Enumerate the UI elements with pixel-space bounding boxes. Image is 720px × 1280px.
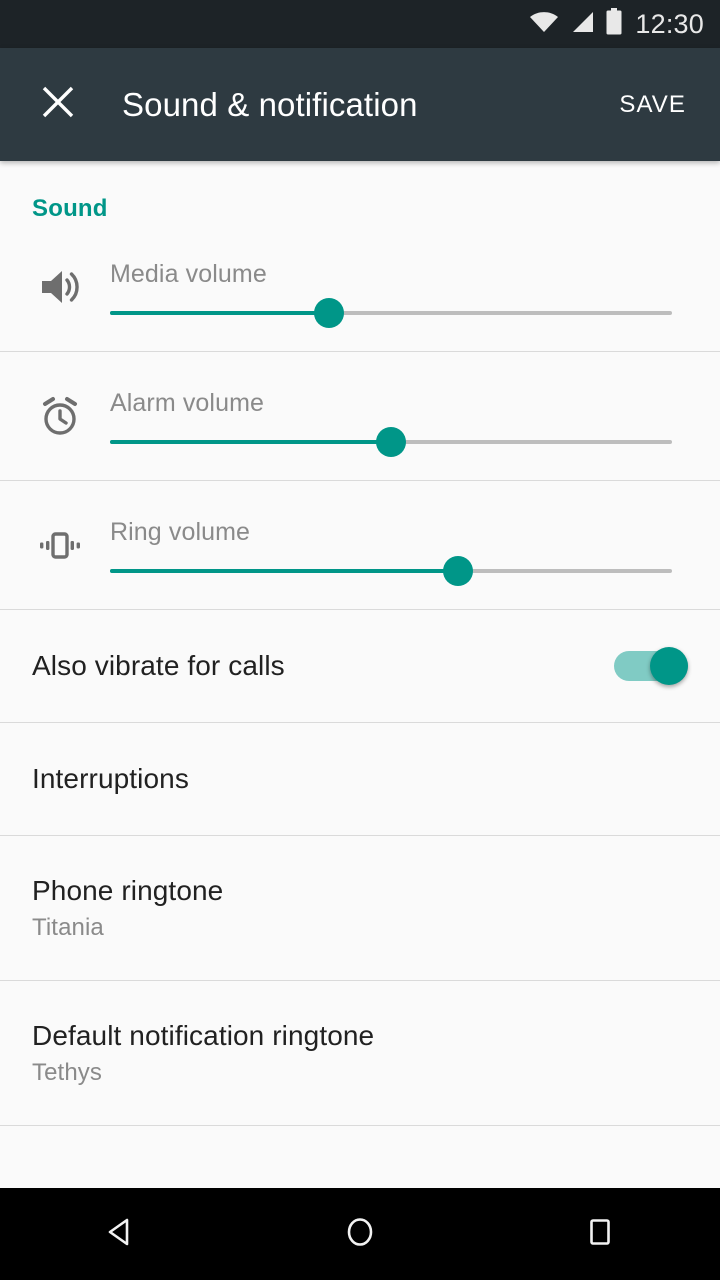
ring-volume-label: Ring volume [110, 517, 251, 546]
home-icon [342, 1214, 378, 1255]
status-bar-icons [529, 8, 623, 40]
row-subtitle: Tethys [32, 1058, 102, 1086]
system-nav-bar [0, 1188, 720, 1280]
setting-row-ring-volume[interactable]: Ring volume [0, 481, 720, 609]
setting-row-default-notification-ringtone[interactable]: Default notification ringtone Tethys [0, 981, 720, 1125]
wifi-icon [529, 10, 559, 39]
alarm-clock-icon [0, 392, 110, 440]
signal-icon [569, 10, 595, 39]
back-icon [102, 1214, 138, 1255]
row-text: Default notification ringtone Tethys [32, 1020, 688, 1087]
setting-row-also-vibrate-for-calls[interactable]: Also vibrate for calls [0, 610, 720, 722]
divider [0, 1125, 720, 1126]
phone-screen: 12:30 Sound & notification SAVE Sound Me… [0, 0, 720, 1280]
ring-volume-thumb[interactable] [443, 555, 474, 586]
media-volume-thumb[interactable] [314, 297, 345, 328]
row-title: Interruptions [32, 763, 189, 794]
toggle-thumb[interactable] [650, 647, 688, 685]
media-volume-slider[interactable] [110, 297, 672, 328]
row-subtitle: Titania [32, 913, 104, 941]
row-text: Also vibrate for calls [32, 650, 600, 682]
alarm-volume-slider[interactable] [110, 426, 672, 457]
volume-up-icon [0, 263, 110, 311]
ring-volume-slider[interactable] [110, 555, 672, 586]
page-title: Sound & notification [122, 85, 418, 123]
also-vibrate-toggle[interactable] [600, 647, 688, 685]
save-button[interactable]: SAVE [619, 91, 686, 119]
section-header-sound: Sound [32, 195, 108, 222]
close-icon [39, 83, 77, 126]
alarm-volume-slider-body: Alarm volume [110, 388, 720, 457]
ring-volume-fill [110, 568, 459, 573]
battery-icon [605, 8, 623, 40]
nav-recents-button[interactable] [530, 1214, 670, 1255]
setting-row-alarm-volume[interactable]: Alarm volume [0, 352, 720, 480]
recents-icon [582, 1214, 618, 1255]
nav-back-button[interactable] [50, 1214, 190, 1255]
media-volume-slider-body: Media volume [110, 259, 720, 328]
close-button[interactable] [22, 83, 94, 126]
settings-list[interactable]: Sound Media volume Alarm volume Ring vol… [0, 161, 720, 1188]
row-title: Phone ringtone [32, 874, 224, 906]
setting-row-media-volume[interactable]: Media volume [0, 223, 720, 351]
row-title: Also vibrate for calls [32, 650, 285, 681]
nav-home-button[interactable] [290, 1214, 430, 1255]
alarm-volume-fill [110, 439, 391, 444]
media-volume-fill [110, 310, 330, 315]
row-text: Phone ringtone Titania [32, 875, 688, 942]
row-text: Interruptions [32, 763, 688, 795]
app-toolbar: Sound & notification SAVE [0, 48, 720, 161]
media-volume-label: Media volume [110, 259, 267, 288]
status-bar-clock: 12:30 [635, 8, 704, 39]
setting-row-interruptions[interactable]: Interruptions [0, 723, 720, 835]
status-bar: 12:30 [0, 0, 720, 48]
alarm-volume-label: Alarm volume [110, 388, 265, 417]
vibration-icon [0, 521, 110, 569]
row-title: Default notification ringtone [32, 1019, 375, 1051]
ring-volume-slider-body: Ring volume [110, 517, 720, 586]
setting-row-phone-ringtone[interactable]: Phone ringtone Titania [0, 836, 720, 980]
alarm-volume-thumb[interactable] [376, 426, 406, 457]
